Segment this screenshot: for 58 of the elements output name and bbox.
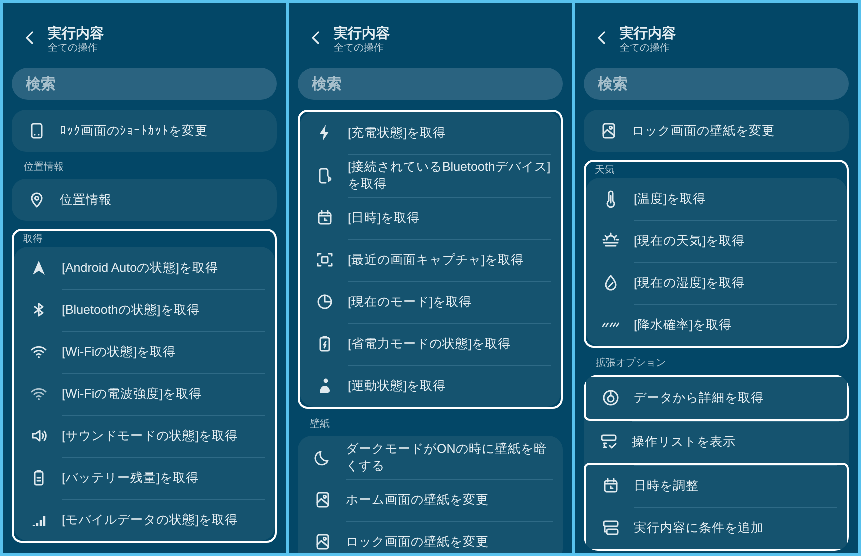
- list-item[interactable]: 位置情報: [12, 179, 277, 221]
- back-icon[interactable]: [310, 30, 322, 46]
- list-item[interactable]: [現在の湿度]を取得: [586, 262, 847, 304]
- list-item[interactable]: [現在のモード]を取得: [300, 281, 561, 323]
- list-check-icon: [600, 433, 618, 451]
- list-item[interactable]: ダークモードがONの時に壁紙を暗くする: [298, 436, 563, 479]
- list-item[interactable]: [Bluetoothの状態]を取得: [14, 289, 275, 331]
- rain-icon: [602, 321, 620, 329]
- section-label: 取得: [22, 233, 43, 247]
- back-icon[interactable]: [24, 30, 36, 46]
- section-label: 位置情報: [23, 160, 64, 175]
- calendar-icon: [602, 477, 620, 495]
- list-item[interactable]: [Android Autoの状態]を取得: [14, 247, 275, 289]
- list-item[interactable]: 日時を調整: [586, 465, 847, 507]
- list-item[interactable]: ﾛｯｸ画面のｼｮｰﾄｶｯﾄを変更: [12, 110, 277, 152]
- list-item[interactable]: [Wi-Fiの電波強度]を取得: [14, 373, 275, 415]
- list-item[interactable]: [省電力モードの状態]を取得: [300, 323, 561, 365]
- pie-chart-icon: [316, 293, 334, 311]
- list-item[interactable]: ロック画面の壁紙を変更: [298, 521, 563, 553]
- screen-subtitle: 全ての操作: [620, 42, 670, 55]
- image-icon: [314, 491, 332, 509]
- list-item[interactable]: [降水確率]を取得: [586, 304, 847, 346]
- list-item[interactable]: [モバイルデータの状態]を取得: [14, 499, 275, 541]
- list-item[interactable]: 実行内容に条件を追加: [586, 507, 847, 549]
- list-item[interactable]: [サウンドモードの状態]を取得: [14, 415, 275, 457]
- search-field[interactable]: 検索: [584, 68, 849, 100]
- image-icon: [314, 533, 332, 551]
- screen-title: 実行内容: [334, 24, 390, 42]
- screen-title: 実行内容: [48, 24, 104, 42]
- sun-cloud-icon: [602, 232, 620, 250]
- condition-list-icon: [602, 519, 620, 537]
- list-item[interactable]: ホーム画面の壁紙を変更: [298, 479, 563, 521]
- back-icon[interactable]: [596, 30, 608, 46]
- list-item[interactable]: 操作リストを表示: [584, 421, 849, 463]
- screen-title: 実行内容: [620, 24, 676, 42]
- screenshot-icon: [316, 251, 334, 269]
- section-label: 壁紙: [309, 418, 330, 432]
- search-field[interactable]: 検索: [298, 68, 563, 100]
- list-item[interactable]: ロック画面の壁紙を変更: [584, 110, 849, 152]
- image-icon: [600, 122, 618, 140]
- list-item[interactable]: データから詳細を取得: [586, 377, 847, 419]
- list-item[interactable]: [運動状態]を取得: [300, 365, 561, 407]
- target-icon: [602, 389, 620, 407]
- calendar-icon: [316, 209, 334, 227]
- list-item[interactable]: [Wi-Fiの状態]を取得: [14, 331, 275, 373]
- list-item[interactable]: [接続されているBluetoothデバイス]を取得: [300, 154, 561, 197]
- list-item[interactable]: [充電状態]を取得: [300, 112, 561, 154]
- section-label: 天気: [594, 164, 615, 178]
- section-label: 拡張オプション: [595, 356, 666, 371]
- search-field[interactable]: 検索: [12, 68, 277, 100]
- list-item[interactable]: [温度]を取得: [586, 178, 847, 220]
- list-item[interactable]: [日時]を取得: [300, 197, 561, 239]
- list-item[interactable]: [バッテリー残量]を取得: [14, 457, 275, 499]
- screen-subtitle: 全ての操作: [334, 42, 384, 55]
- list-item[interactable]: [最近の画面キャプチャ]を取得: [300, 239, 561, 281]
- screen-subtitle: 全ての操作: [48, 42, 98, 55]
- triangle-icon: [30, 259, 48, 277]
- list-item[interactable]: [現在の天気]を取得: [586, 220, 847, 262]
